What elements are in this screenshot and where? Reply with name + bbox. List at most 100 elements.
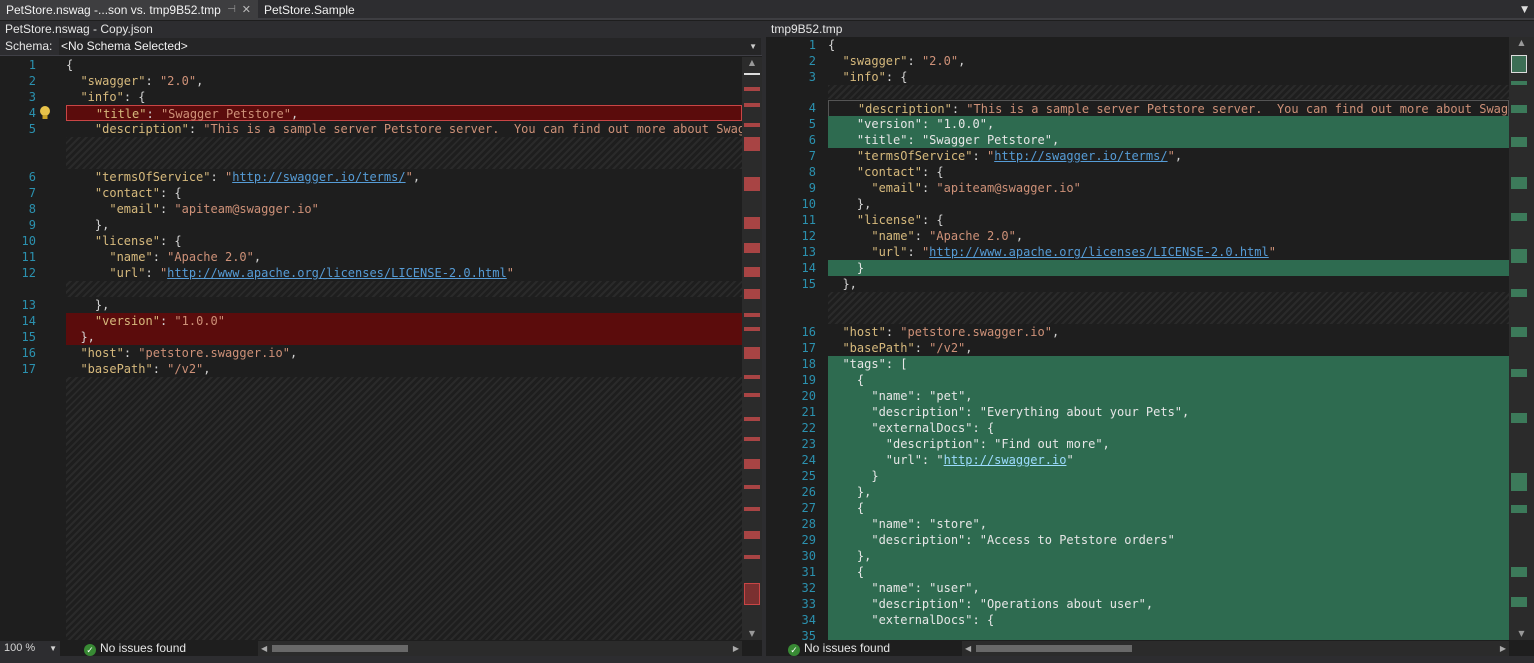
code-line: "basePath": "/v2", — [80, 362, 211, 376]
code-line: "contact": { — [94, 186, 182, 200]
left-status-text: No issues found — [100, 641, 187, 655]
line-number: 16 — [21, 346, 36, 360]
line-number: 25 — [801, 469, 816, 483]
code-line-added: }, — [828, 484, 872, 500]
scroll-left-icon[interactable]: ◀ — [965, 641, 971, 656]
scroll-right-icon[interactable]: ▶ — [1500, 641, 1506, 656]
schema-select[interactable]: <No Schema Selected> ▼ — [59, 38, 761, 55]
right-status-text: No issues found — [804, 641, 891, 655]
close-icon[interactable]: ✕ — [242, 0, 251, 20]
zoom-value: 100 % — [4, 642, 36, 654]
scroll-down-icon[interactable]: ▼ — [742, 628, 762, 640]
line-number: 16 — [801, 325, 816, 339]
code-line: "termsOfService": "http://swagger.io/ter… — [856, 149, 1183, 163]
line-number: 24 — [801, 453, 816, 467]
line-number: 35 — [801, 629, 816, 640]
line-number: 13 — [801, 245, 816, 259]
code-line-added: { — [828, 372, 865, 388]
line-number: 6 — [808, 133, 816, 147]
code-line: "host": "petstore.swagger.io", — [842, 325, 1060, 339]
line-number: 32 — [801, 581, 816, 595]
code-line-removed: "title": "Swagger Petstore", — [66, 105, 742, 121]
line-number: 5 — [28, 122, 36, 136]
code-line-added: "name": "store", — [828, 516, 987, 532]
line-number: 23 — [801, 437, 816, 451]
code-line: }, — [94, 218, 110, 232]
diff-gap — [66, 137, 742, 169]
right-vertical-scrollbar[interactable]: ▲ ▼ — [1509, 37, 1534, 640]
lightbulb-icon[interactable] — [38, 105, 52, 121]
zoom-select[interactable]: 100 % ▼ — [0, 641, 60, 656]
code-line-added: } — [828, 260, 1509, 276]
line-number: 14 — [801, 261, 816, 275]
code-line-added: }, — [828, 548, 872, 564]
line-number: 6 — [28, 170, 36, 184]
code-line: "swagger": "2.0", — [80, 74, 204, 88]
schema-bar: Schema: <No Schema Selected> ▼ — [0, 37, 762, 56]
line-number: 34 — [801, 613, 816, 627]
code-line-added: { — [828, 564, 865, 580]
line-number: 26 — [801, 485, 816, 499]
scroll-up-icon[interactable]: ▲ — [742, 57, 762, 69]
code-line: "url": "http://www.apache.org/licenses/L… — [871, 245, 1276, 259]
code-line: "description": "This is a sample server … — [94, 122, 742, 136]
scroll-thumb[interactable] — [272, 645, 408, 652]
scroll-left-icon[interactable]: ◀ — [261, 641, 267, 656]
scroll-viewport-marker — [1511, 55, 1527, 73]
diff-gap — [828, 292, 1509, 324]
line-number: 20 — [801, 389, 816, 403]
line-number: 13 — [21, 298, 36, 312]
document-tab-bar: PetStore.nswag -...son vs. tmp9B52.tmp ⊣… — [0, 0, 1534, 20]
code-line-added: "externalDocs": { — [828, 612, 995, 628]
line-number: 19 — [801, 373, 816, 387]
right-horizontal-scrollbar[interactable]: ◀ ▶ — [962, 641, 1509, 656]
bottom-border — [0, 656, 1534, 663]
right-editor[interactable]: 1 { 2 "swagger": "2.0", 3 "info": { 4 "d… — [766, 37, 1509, 640]
scroll-thumb[interactable] — [976, 645, 1132, 652]
code-line-added: "title": "Swagger Petstore", — [828, 132, 1509, 148]
line-number: 3 — [28, 90, 36, 104]
line-number: 12 — [21, 266, 36, 280]
code-line-added: "name": "user", — [828, 580, 980, 596]
line-number: 12 — [801, 229, 816, 243]
line-number: 3 — [808, 70, 816, 84]
code-line: "swagger": "2.0", — [842, 54, 966, 68]
line-number: 33 — [801, 597, 816, 611]
code-line-added: "externalDocs": { — [828, 420, 995, 436]
line-number: 10 — [801, 197, 816, 211]
tab-compare[interactable]: PetStore.nswag -...son vs. tmp9B52.tmp ⊣… — [0, 0, 258, 20]
left-horizontal-scrollbar[interactable]: ◀ ▶ — [258, 641, 742, 656]
code-line: }, — [94, 298, 110, 312]
line-number: 1 — [808, 38, 816, 52]
line-number: 7 — [808, 149, 816, 163]
left-editor[interactable]: 1 { 2 "swagger": "2.0", 3 "info": { 4 "t… — [0, 57, 742, 640]
code-line: "info": { — [80, 90, 146, 104]
code-line-added: "description": "Find out more", — [828, 436, 1110, 452]
tab-petstore-sample[interactable]: PetStore.Sample — [258, 0, 378, 20]
code-line-added: "tags": [ — [828, 356, 908, 372]
code-line: "contact": { — [856, 165, 944, 179]
line-number: 10 — [21, 234, 36, 248]
scroll-up-icon[interactable]: ▲ — [1509, 37, 1534, 49]
line-number: 18 — [801, 357, 816, 371]
line-number: 2 — [28, 74, 36, 88]
pin-icon[interactable]: ⊣ — [227, 0, 236, 20]
line-number: 7 — [28, 186, 36, 200]
line-number: 9 — [28, 218, 36, 232]
line-number: 31 — [801, 565, 816, 579]
scroll-right-icon[interactable]: ▶ — [733, 641, 739, 656]
code-line: "basePath": "/v2", — [842, 341, 973, 355]
tab-list-dropdown-icon[interactable]: ▼ — [1521, 0, 1528, 20]
code-line: "url": "http://www.apache.org/licenses/L… — [109, 266, 514, 280]
left-status[interactable]: ✓ No issues found — [84, 641, 186, 656]
line-number: 5 — [808, 117, 816, 131]
line-number: 4 — [28, 106, 36, 120]
diff-gap — [828, 85, 1509, 99]
code-line: "email": "apiteam@swagger.io" — [871, 181, 1081, 195]
scroll-down-icon[interactable]: ▼ — [1509, 628, 1534, 640]
code-line: "termsOfService": "http://swagger.io/ter… — [94, 170, 421, 184]
left-vertical-scrollbar[interactable]: ▲ ▼ — [742, 57, 762, 640]
check-circle-icon: ✓ — [788, 644, 800, 656]
right-status[interactable]: ✓ No issues found — [788, 641, 890, 656]
line-number: 28 — [801, 517, 816, 531]
